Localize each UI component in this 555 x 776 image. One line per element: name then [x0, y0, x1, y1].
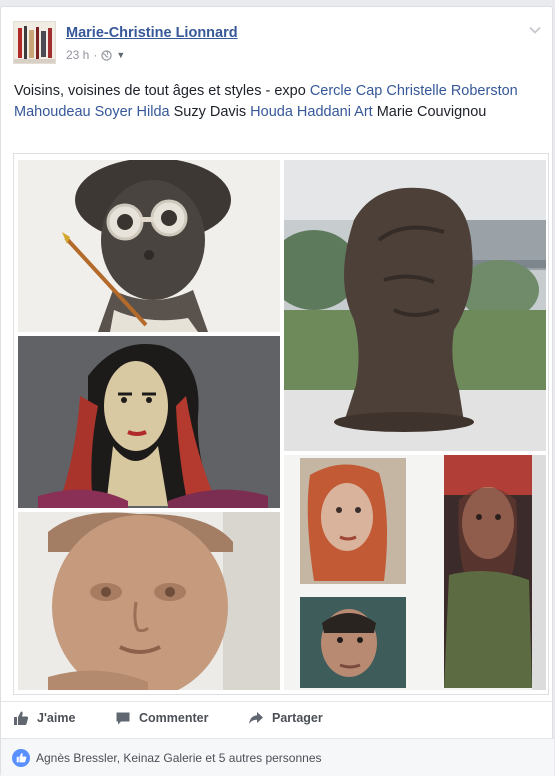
tagged-link[interactable]: Houda Haddani Art — [250, 104, 373, 120]
like-reaction-icon — [12, 748, 30, 767]
post-options-chevron-icon[interactable] — [528, 23, 542, 37]
post-actions-bar: J'aime Commenter Partager — [1, 701, 554, 734]
comment-icon — [116, 712, 130, 725]
author-avatar[interactable] — [13, 21, 56, 64]
share-label: Partager — [272, 711, 323, 725]
like-label: J'aime — [37, 711, 76, 725]
globe-icon[interactable] — [101, 49, 113, 61]
post-card: Marie-Christine Lionnard 23 h · ▼ Voisin… — [0, 6, 554, 776]
share-button[interactable]: Partager — [248, 710, 323, 726]
post-text-segment: Voisins, voisines de tout âges et styles… — [14, 83, 310, 99]
share-arrow-icon — [249, 712, 263, 724]
photo-sculpture-girl-with-glasses[interactable] — [18, 160, 280, 332]
privacy-dropdown-icon[interactable]: ▼ — [116, 50, 125, 60]
post-text-segment: Marie Couvignou — [372, 104, 487, 120]
comment-button[interactable]: Commenter — [115, 710, 208, 726]
photo-clay-bust-head[interactable] — [284, 160, 546, 451]
meta-separator: · — [93, 48, 98, 62]
like-button[interactable]: J'aime — [13, 710, 75, 726]
photo-painting-woman-red-hair[interactable] — [18, 336, 280, 508]
reactions-bar[interactable]: Agnès Bressler, Keinaz Galerie et 5 autr… — [1, 738, 554, 776]
author-name[interactable]: Marie-Christine Lionnard — [66, 25, 238, 41]
comment-label: Commenter — [139, 711, 209, 725]
photo-grid — [13, 153, 549, 695]
photo-sculpture-child-face[interactable] — [18, 512, 280, 690]
post-text: Voisins, voisines de tout âges et styles… — [14, 81, 539, 123]
post-meta: 23 h · ▼ — [66, 48, 125, 62]
photo-portraits-wall[interactable] — [284, 455, 546, 690]
thumbs-up-icon — [14, 711, 29, 725]
post-text-segment: Suzy Davis — [169, 104, 251, 120]
reactions-text[interactable]: Agnès Bressler, Keinaz Galerie et 5 autr… — [36, 751, 322, 765]
post-time[interactable]: 23 h — [66, 48, 89, 62]
